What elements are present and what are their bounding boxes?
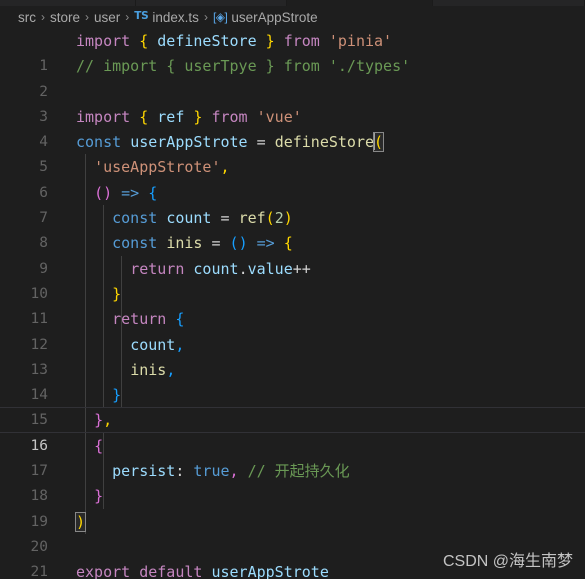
line-content: import { ref } from 'vue' [76,107,302,126]
chevron-right-icon: › [203,10,208,24]
line-content: } [112,386,122,405]
breadcrumb-item-userappstrote[interactable]: userAppStrote [231,10,317,25]
chevron-right-icon: › [125,10,130,24]
tab-bar-segment[interactable] [136,0,287,6]
line-content: const inis = () => { [112,234,293,253]
code-line[interactable]: 12 return { [0,306,585,352]
code-line[interactable]: 17 { [0,433,585,479]
line-content: }, [94,411,113,430]
code-line[interactable]: 6 'useAppStrote', [0,154,585,200]
watermark: CSDN @海生南梦 [442,553,573,570]
code-line[interactable]: 1 import { defineStore } from 'pinia' [0,28,585,74]
code-line[interactable]: 3 [0,79,585,125]
line-content: 'useAppStrote', [94,158,230,177]
code-line[interactable]: 10 return count.value++ [0,256,585,302]
code-line[interactable]: 4 import { ref } from 'vue' [0,104,585,150]
typescript-file-icon: TS [134,10,149,22]
line-content: } [94,487,104,506]
code-line[interactable]: 18 persist: true, // 开起持久化 [0,458,585,504]
line-content: import { defineStore } from 'pinia' [76,32,393,50]
code-line[interactable]: 19 } [0,483,585,529]
symbol-variable-icon: [◈] [212,10,228,24]
line-content: { [94,436,104,455]
bracket-match-open: ( [373,132,385,153]
line-content: } [112,284,122,303]
code-line[interactable]: 2 // import { userTpye } from './types' [0,53,585,99]
line-content: persist: true, // 开起持久化 [112,462,350,481]
bracket-match-close: ) [74,511,87,532]
chevron-right-icon: › [85,10,90,24]
code-line[interactable]: 20 ) [0,509,585,555]
code-line[interactable]: 15 } [0,382,585,428]
line-content: ) [74,510,87,535]
line-content: const count = ref(2) [112,209,293,228]
breadcrumb-item-user[interactable]: user [94,10,120,25]
tab-bar-segment[interactable] [0,0,136,6]
line-content: return count.value++ [130,259,311,278]
line-content: return { [112,310,185,329]
code-line[interactable]: 7 () => { [0,180,585,226]
code-line[interactable]: 14 inis, [0,357,585,403]
code-line[interactable]: 8 const count = ref(2) [0,205,585,251]
code-line-current[interactable]: 16 }, [0,407,585,454]
line-content: () => { [94,183,158,202]
breadcrumb-item-store[interactable]: store [50,10,80,25]
line-content: inis, [130,360,176,379]
line-content: export default userAppStrote [76,563,329,579]
chevron-right-icon: › [41,10,45,24]
tab-bar-empty-area [433,0,585,6]
code-line[interactable]: 11 } [0,281,585,327]
tab-bar [0,0,585,6]
line-content: // import { userTpye } from './types' [76,57,411,76]
line-content: const userAppStrote = defineStore( [76,132,385,153]
code-line[interactable]: 5 const userAppStrote = defineStore( [0,129,585,175]
code-line[interactable]: 13 count, [0,332,585,378]
breadcrumb-item-src[interactable]: src [18,10,36,25]
tab-bar-active-segment[interactable] [287,0,433,6]
code-line[interactable]: 9 const inis = () => { [0,230,585,276]
line-content: count, [130,335,185,354]
breadcrumb: src › store › user › TS index.ts › [◈] u… [0,6,585,28]
code-editor[interactable]: 1 import { defineStore } from 'pinia' 2 … [0,28,585,579]
breadcrumb-item-index-ts[interactable]: index.ts [152,10,199,25]
